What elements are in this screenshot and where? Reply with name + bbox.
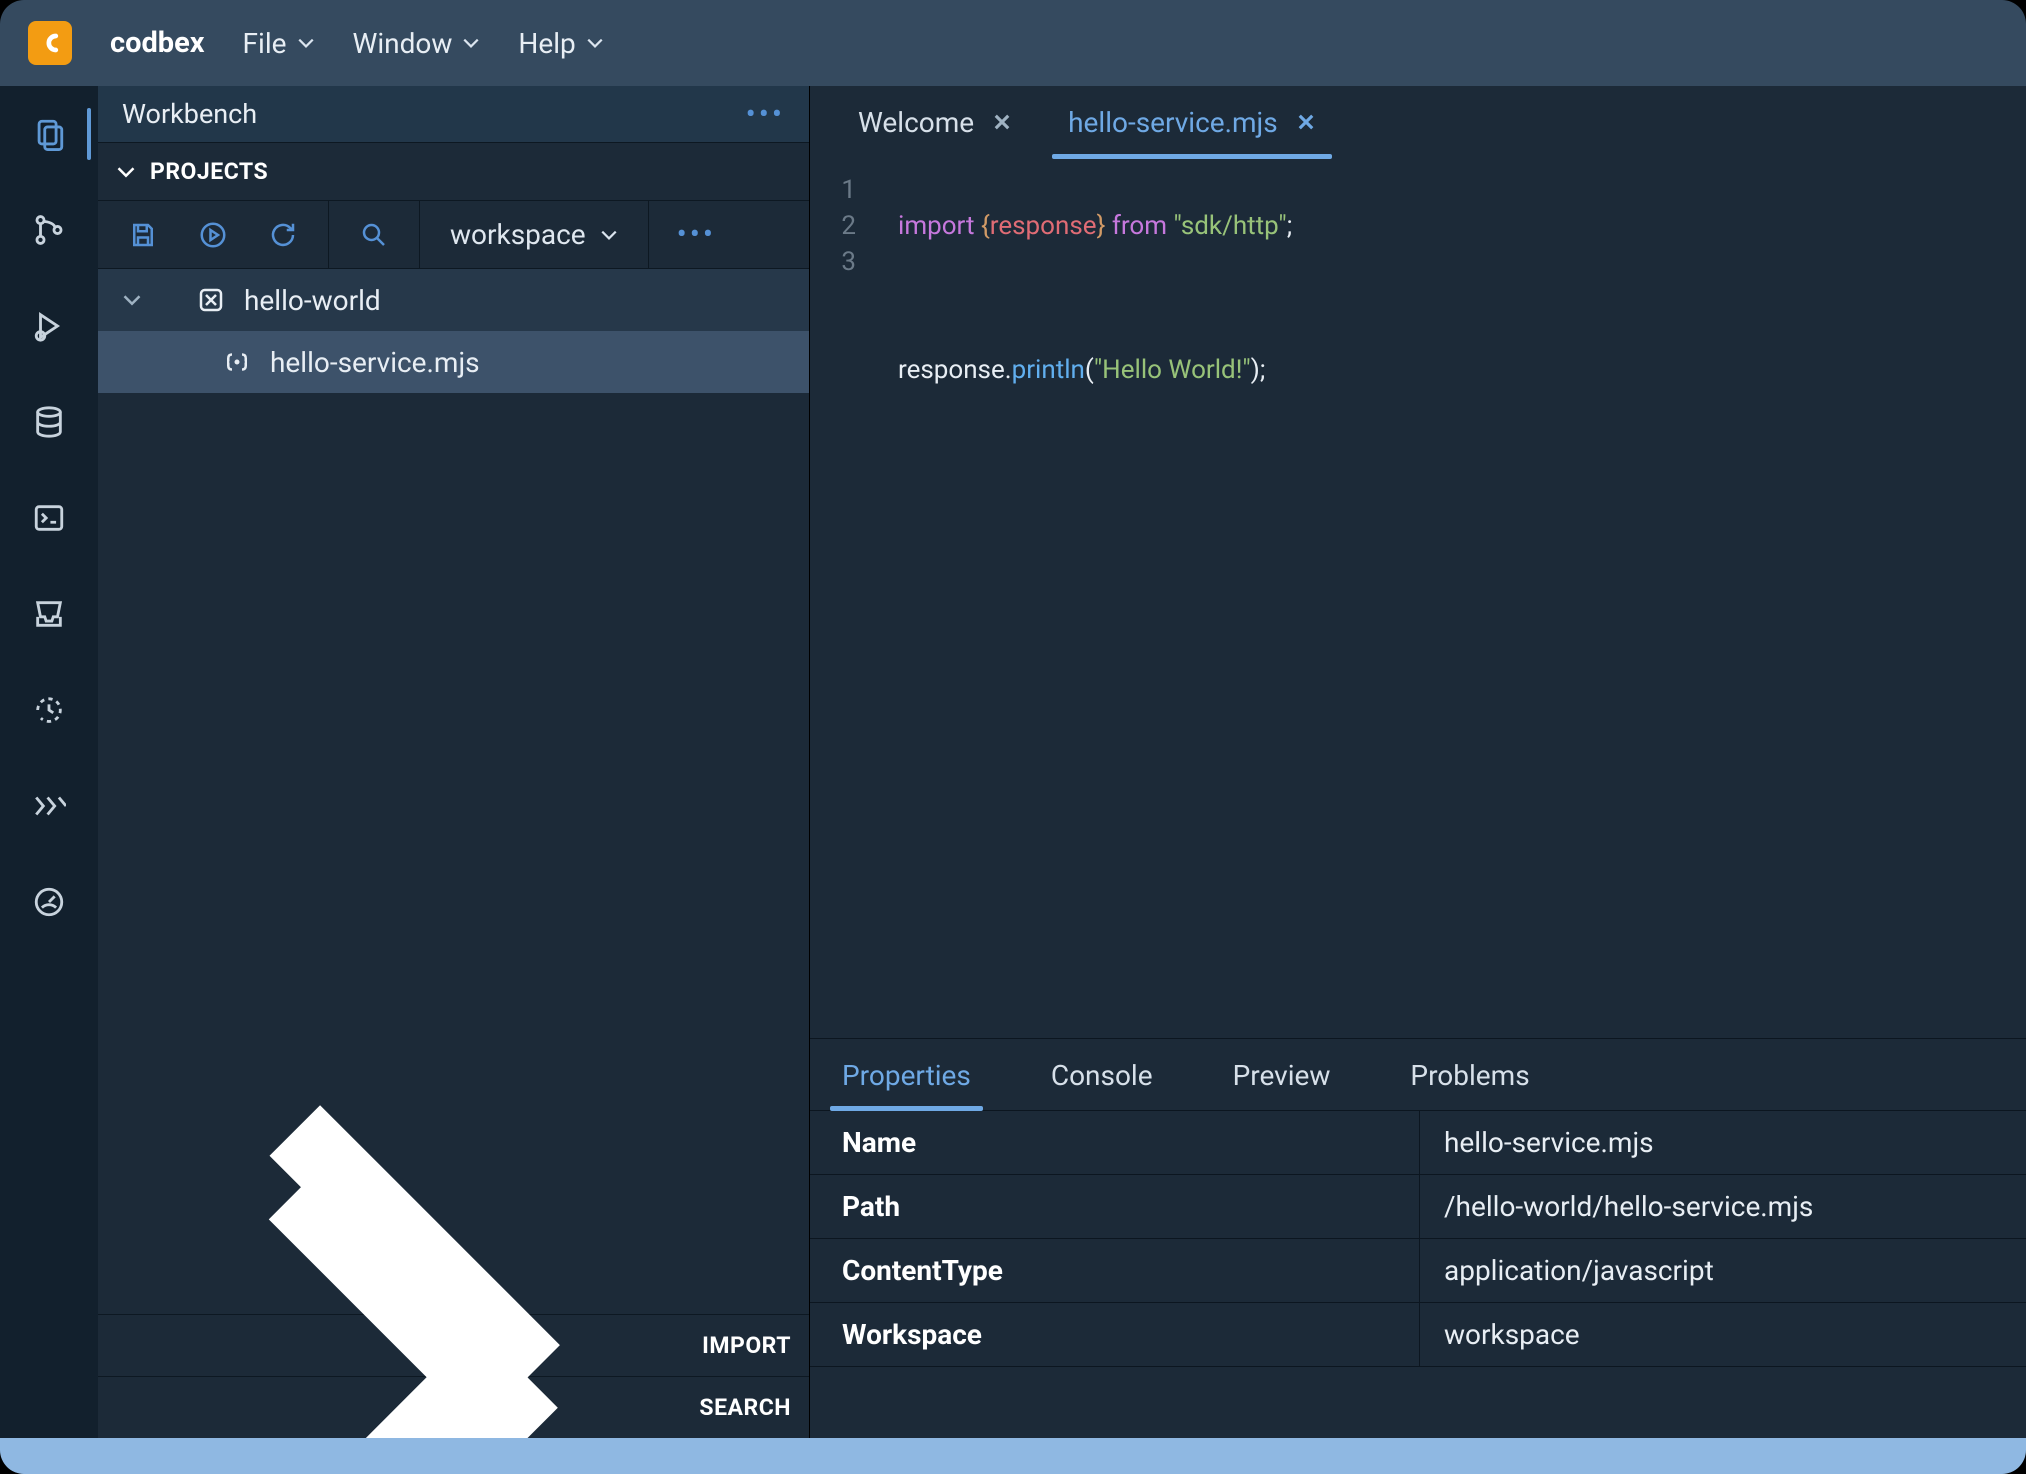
- line-gutter: 1 2 3: [810, 172, 874, 1038]
- code-lines: import {response} from "sdk/http"; respo…: [874, 172, 2026, 1038]
- workspace-selector-label: workspace: [450, 218, 586, 251]
- activity-inbox[interactable]: [29, 594, 69, 634]
- close-icon[interactable]: [1296, 112, 1316, 132]
- menu-window-label: Window: [353, 27, 453, 60]
- activity-workbench[interactable]: [29, 114, 69, 154]
- sidebar-more-icon[interactable]: •••: [746, 97, 785, 132]
- tree-folder-label: hello-world: [244, 284, 381, 317]
- tree-folder-hello-world[interactable]: hello-world: [98, 269, 809, 331]
- menu-help-label: Help: [518, 27, 575, 60]
- workspace-selector[interactable]: workspace: [420, 201, 649, 268]
- editor-area: Welcome hello-service.mjs 1 2 3 import {…: [810, 86, 2026, 1438]
- close-icon[interactable]: [992, 112, 1012, 132]
- chevron-down-icon: [600, 226, 618, 244]
- property-value: hello-service.mjs: [1420, 1126, 2026, 1159]
- bottom-tabs: Properties Console Preview Problems: [810, 1039, 2026, 1111]
- tab-hello-service[interactable]: hello-service.mjs: [1040, 86, 1344, 158]
- activity-git[interactable]: [29, 210, 69, 250]
- section-search-label: SEARCH: [699, 1394, 791, 1421]
- code-line-3: response.println("Hello World!");: [898, 352, 2026, 388]
- bottom-tab-properties[interactable]: Properties: [830, 1059, 983, 1110]
- search-icon[interactable]: [359, 220, 389, 250]
- bottom-panel: Properties Console Preview Problems Name…: [810, 1038, 2026, 1438]
- property-row: Name hello-service.mjs: [810, 1111, 2026, 1175]
- property-row: Workspace workspace: [810, 1303, 2026, 1367]
- section-projects[interactable]: PROJECTS: [98, 143, 809, 201]
- property-row: Path /hello-world/hello-service.mjs: [810, 1175, 2026, 1239]
- tab-welcome-label: Welcome: [858, 106, 974, 139]
- js-file-icon: [222, 347, 252, 377]
- tree-file-label: hello-service.mjs: [270, 346, 480, 379]
- tab-welcome[interactable]: Welcome: [830, 86, 1040, 158]
- property-value: /hello-world/hello-service.mjs: [1420, 1190, 2026, 1223]
- chevron-down-icon: [462, 34, 480, 52]
- activity-flow[interactable]: [29, 786, 69, 826]
- bottom-tab-problems[interactable]: Problems: [1398, 1059, 1541, 1110]
- run-icon[interactable]: [198, 220, 228, 250]
- chevron-down-icon: [122, 290, 142, 310]
- project-icon: [196, 285, 226, 315]
- activity-dashboard[interactable]: [29, 882, 69, 922]
- bottom-tab-console[interactable]: Console: [1039, 1059, 1165, 1110]
- property-key: Path: [810, 1175, 1420, 1238]
- status-bar: [0, 1438, 2026, 1474]
- tree-file-hello-service[interactable]: hello-service.mjs: [98, 331, 809, 393]
- line-number: 2: [810, 208, 856, 244]
- app-logo: [28, 21, 72, 65]
- menu-file-label: File: [243, 27, 287, 60]
- chevron-down-icon: [116, 162, 136, 182]
- sidebar-title: Workbench: [122, 98, 257, 130]
- code-line-2: [898, 280, 2026, 316]
- property-key: ContentType: [810, 1239, 1420, 1302]
- line-number: 1: [810, 172, 856, 208]
- menu-window[interactable]: Window: [353, 27, 481, 60]
- code-line-1: import {response} from "sdk/http";: [898, 208, 2026, 244]
- property-row: ContentType application/javascript: [810, 1239, 2026, 1303]
- tab-hello-service-label: hello-service.mjs: [1068, 106, 1278, 139]
- projects-toolbar: workspace •••: [98, 201, 809, 269]
- code-editor[interactable]: 1 2 3 import {response} from "sdk/http";…: [810, 158, 2026, 1038]
- menu-file[interactable]: File: [243, 27, 315, 60]
- property-value: application/javascript: [1420, 1254, 2026, 1287]
- chevron-down-icon: [297, 34, 315, 52]
- chevron-down-icon: [586, 34, 604, 52]
- brand-label: codbex: [110, 26, 205, 60]
- chevron-right-icon: [116, 1123, 685, 1474]
- line-number: 3: [810, 244, 856, 280]
- section-search[interactable]: SEARCH: [98, 1376, 809, 1438]
- section-import-label: IMPORT: [702, 1332, 791, 1359]
- properties-table: Name hello-service.mjs Path /hello-world…: [810, 1111, 2026, 1438]
- activity-bar: [0, 86, 98, 1438]
- save-icon[interactable]: [128, 220, 158, 250]
- sidebar: Workbench ••• PROJECTS workspace: [98, 86, 810, 1438]
- property-key: Workspace: [810, 1303, 1420, 1366]
- property-value: workspace: [1420, 1318, 2026, 1351]
- toolbar-more-icon[interactable]: •••: [649, 217, 744, 252]
- activity-debug[interactable]: [29, 306, 69, 346]
- property-key: Name: [810, 1111, 1420, 1174]
- menu-help[interactable]: Help: [518, 27, 603, 60]
- activity-history[interactable]: [29, 690, 69, 730]
- bottom-tab-preview[interactable]: Preview: [1221, 1059, 1343, 1110]
- editor-tabs: Welcome hello-service.mjs: [810, 86, 2026, 158]
- menubar: codbex File Window Help: [0, 0, 2026, 86]
- activity-database[interactable]: [29, 402, 69, 442]
- sidebar-header: Workbench •••: [98, 86, 809, 143]
- section-projects-label: PROJECTS: [150, 158, 268, 185]
- refresh-icon[interactable]: [268, 220, 298, 250]
- activity-terminal[interactable]: [29, 498, 69, 538]
